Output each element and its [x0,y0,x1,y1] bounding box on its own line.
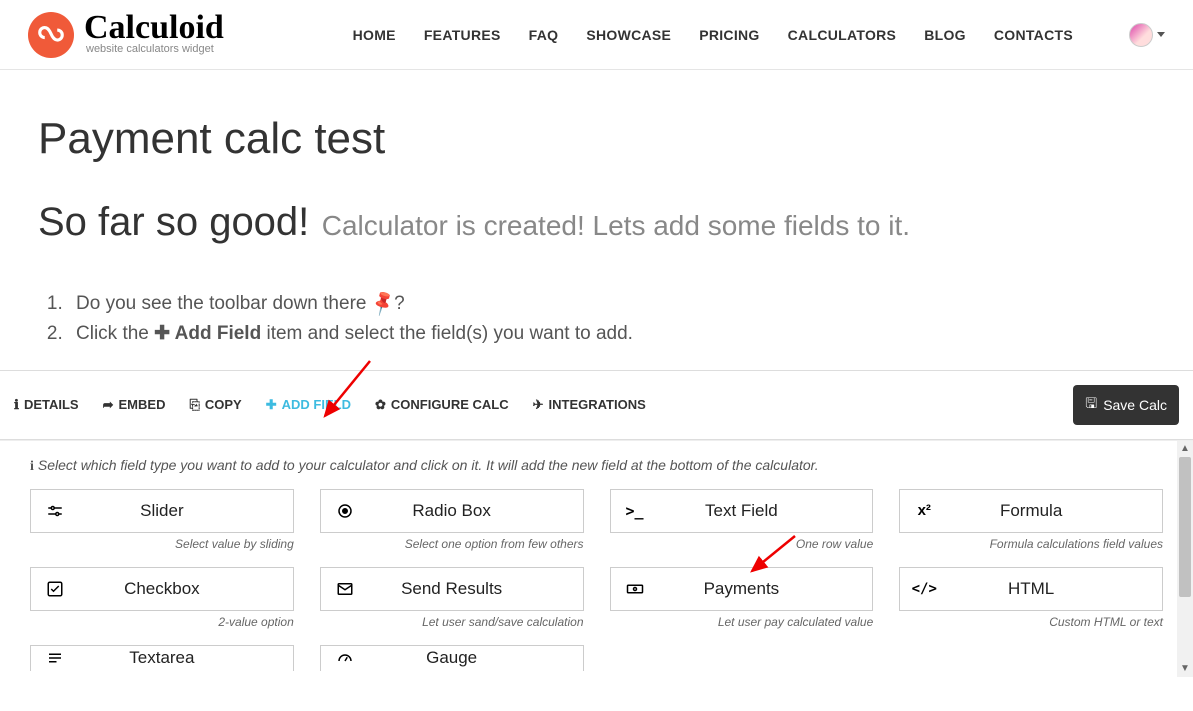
field-formula-desc: Formula calculations field values [899,537,1163,551]
toolbar-details[interactable]: ℹDETAILS [14,397,79,413]
pin-icon: 📌 [366,285,400,321]
envelope-icon [321,580,369,598]
instruction-step-1: Do you see the toolbar down there 📌? [68,289,1155,319]
textarea-icon [31,649,79,667]
instruction-list: Do you see the toolbar down there 📌? Cli… [38,289,1155,350]
field-radio-desc: Select one option from few others [320,537,584,551]
brand-name: Calculoid [84,14,224,43]
nav-showcase[interactable]: SHOWCASE [586,27,671,43]
code-icon: </> [900,581,948,597]
money-icon [611,580,659,598]
nav-home[interactable]: HOME [353,27,396,43]
nav-pricing[interactable]: PRICING [699,27,759,43]
field-html[interactable]: </>HTML [899,567,1163,611]
info-icon: ℹ [14,397,19,413]
toolbar-embed[interactable]: ➦EMBED [103,397,166,413]
field-send-desc: Let user sand/save calculation [320,615,584,629]
toolbar: ℹDETAILS ➦EMBED ⎘COPY ✚ADD FIELD ✿CONFIG… [0,370,1193,440]
field-payments-desc: Let user pay calculated value [610,615,874,629]
brand-tagline: website calculators widget [86,43,224,55]
avatar [1129,23,1153,47]
logo[interactable]: Calculoid website calculators widget [28,12,224,58]
field-text-desc: One row value [610,537,874,551]
save-button[interactable]: 🖫Save Calc [1073,385,1179,425]
panel-hint: iSelect which field type you want to add… [30,457,1163,475]
copy-icon: ⎘ [189,397,199,413]
field-checkbox-desc: 2-value option [30,615,294,629]
field-textarea[interactable]: Textarea [30,645,294,671]
field-slider-desc: Select value by sliding [30,537,294,551]
subhead: So far so good! [38,200,309,244]
field-panel: iSelect which field type you want to add… [0,440,1193,677]
header: Calculoid website calculators widget HOM… [0,0,1193,70]
instruction-step-2: Click the ✚ Add Field item and select th… [68,319,1155,349]
field-send[interactable]: Send Results [320,567,584,611]
field-html-desc: Custom HTML or text [899,615,1163,629]
field-checkbox[interactable]: Checkbox [30,567,294,611]
logo-icon [28,12,74,58]
share-icon: ➦ [103,397,114,413]
checkbox-icon [31,580,79,598]
field-text[interactable]: >_Text Field [610,489,874,533]
scroll-down-icon[interactable]: ▼ [1177,661,1193,677]
terminal-icon: >_ [611,502,659,520]
radio-icon [321,502,369,520]
field-gauge[interactable]: Gauge [320,645,584,671]
save-icon: 🖫 [1085,393,1097,417]
nav-faq[interactable]: FAQ [529,27,559,43]
nav-blog[interactable]: BLOG [924,27,966,43]
scrollbar-thumb[interactable] [1179,457,1191,597]
info-icon: i [30,459,34,474]
gear-icon: ✿ [375,397,386,413]
chevron-down-icon [1157,32,1165,37]
gauge-icon [321,649,369,667]
field-slider[interactable]: Slider [30,489,294,533]
toolbar-configure[interactable]: ✿CONFIGURE CALC [375,397,509,413]
nav-features[interactable]: FEATURES [424,27,501,43]
slider-icon [31,502,79,520]
plus-icon: ✚ [266,397,277,413]
field-formula[interactable]: x²Formula [899,489,1163,533]
plus-icon: ✚ [154,323,175,344]
nav-calculators[interactable]: CALCULATORS [788,27,897,43]
toolbar-copy[interactable]: ⎘COPY [189,397,241,413]
subhead-note: Calculator is created! Lets add some fie… [322,210,910,241]
send-icon: ✈ [533,397,544,413]
toolbar-add-field[interactable]: ✚ADD FIELD [266,397,351,413]
main-content: Payment calc test So far so good! Calcul… [0,70,1193,370]
main-nav: HOME FEATURES FAQ SHOWCASE PRICING CALCU… [353,23,1165,47]
nav-contacts[interactable]: CONTACTS [994,27,1073,43]
field-radio[interactable]: Radio Box [320,489,584,533]
scroll-up-icon[interactable]: ▲ [1177,441,1193,457]
toolbar-integrations[interactable]: ✈INTEGRATIONS [533,397,646,413]
user-menu[interactable] [1129,23,1165,47]
scrollbar[interactable]: ▲ ▼ [1177,441,1193,677]
formula-icon: x² [900,502,948,519]
page-title: Payment calc test [38,114,1155,164]
field-payments[interactable]: Payments [610,567,874,611]
